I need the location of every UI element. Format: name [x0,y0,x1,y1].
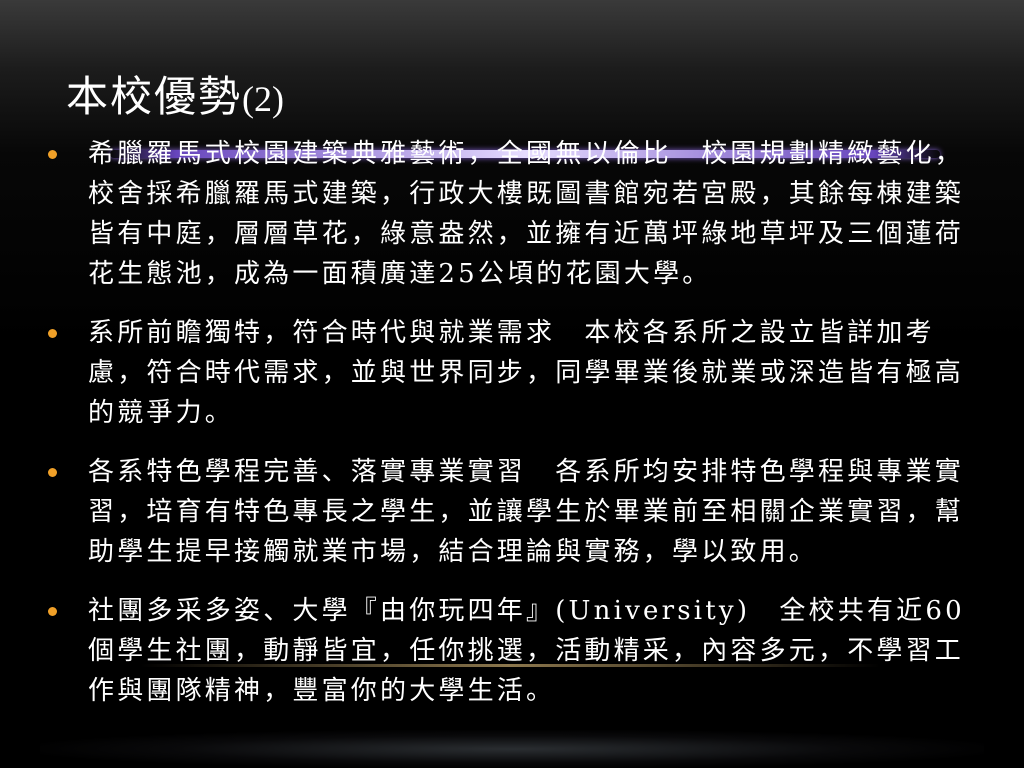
bullet-list: 希臘羅馬式校園建築典雅藝術，全國無以倫比 校園規劃精緻藝化，校舍採希臘羅馬式建築… [48,134,968,730]
bullet-text: 各系特色學程完善、落實專業實習 各系所均安排特色學程與專業實習，培育有特色專長之… [88,457,965,567]
slide-title: 本校優勢(2) [66,70,284,126]
bullet-item: 希臘羅馬式校園建築典雅藝術，全國無以倫比 校園規劃精緻藝化，校舍採希臘羅馬式建築… [48,134,968,294]
bullet-dot-icon [48,329,57,338]
bullet-text: 系所前瞻獨特，符合時代與就業需求 本校各系所之設立皆詳加考慮，符合時代需求，並與… [88,318,965,428]
bullet-text: 希臘羅馬式校園建築典雅藝術，全國無以倫比 校園規劃精緻藝化，校舍採希臘羅馬式建築… [88,139,965,289]
slide-title-suffix: (2) [242,79,284,119]
slide-title-text: 本校優勢 [66,72,243,121]
bullet-item: 社團多采多姿、大學『由你玩四年』(University) 全校共有近60個學生社… [48,591,968,711]
slide: 本校優勢(2) 希臘羅馬式校園建築典雅藝術，全國無以倫比 校園規劃精緻藝化，校舍… [0,0,1024,768]
bullet-dot-icon [48,607,57,616]
bullet-item: 系所前瞻獨特，符合時代與就業需求 本校各系所之設立皆詳加考慮，符合時代需求，並與… [48,313,968,433]
bullet-text: 社團多采多姿、大學『由你玩四年』(University) 全校共有近60個學生社… [88,596,965,706]
bullet-dot-icon [48,150,57,159]
bullet-dot-icon [48,468,57,477]
decorative-bottom-glow [40,730,984,768]
bullet-item: 各系特色學程完善、落實專業實習 各系所均安排特色學程與專業實習，培育有特色專長之… [48,452,968,572]
